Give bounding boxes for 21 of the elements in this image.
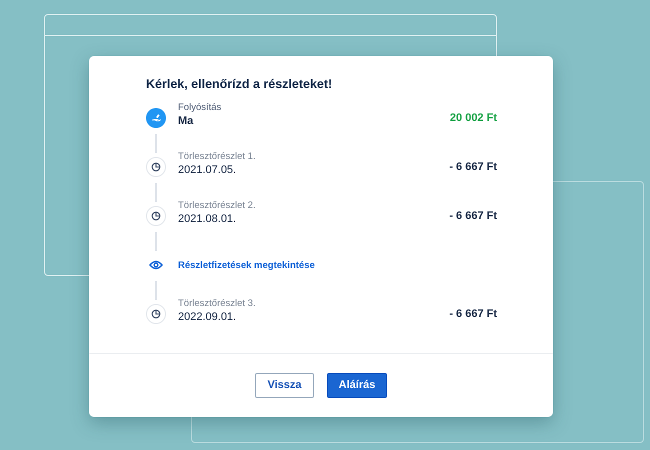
amount: 20 002 Ft: [450, 111, 497, 126]
eye-icon[interactable]: [149, 260, 163, 270]
item-label: Folyósítás: [178, 102, 222, 114]
item-label: Törlesztőrészlet 1.: [178, 151, 256, 163]
hand-coin-icon: [146, 108, 166, 128]
item-label: Törlesztőrészlet 2.: [178, 200, 256, 212]
item-value: 2021.08.01.: [178, 212, 238, 227]
item-label: Törlesztőrészlet 3.: [178, 298, 256, 310]
amount: - 6 667 Ft: [449, 209, 497, 224]
pie-chart-icon: [146, 157, 166, 177]
back-button[interactable]: Vissza: [255, 373, 314, 398]
item-value: 2021.07.05.: [178, 163, 238, 178]
sign-button[interactable]: Aláírás: [327, 373, 387, 398]
item-value: Ma: [178, 114, 194, 129]
amount: - 6 667 Ft: [449, 307, 497, 322]
dialog-title: Kérlek, ellenőrízd a részleteket!: [146, 77, 334, 92]
item-value: 2022.09.01.: [178, 310, 238, 325]
pie-chart-icon: [146, 206, 166, 226]
pie-chart-icon: [146, 304, 166, 324]
view-installments-link[interactable]: Részletfizetések megtekintése: [178, 259, 315, 274]
amount: - 6 667 Ft: [449, 160, 497, 175]
